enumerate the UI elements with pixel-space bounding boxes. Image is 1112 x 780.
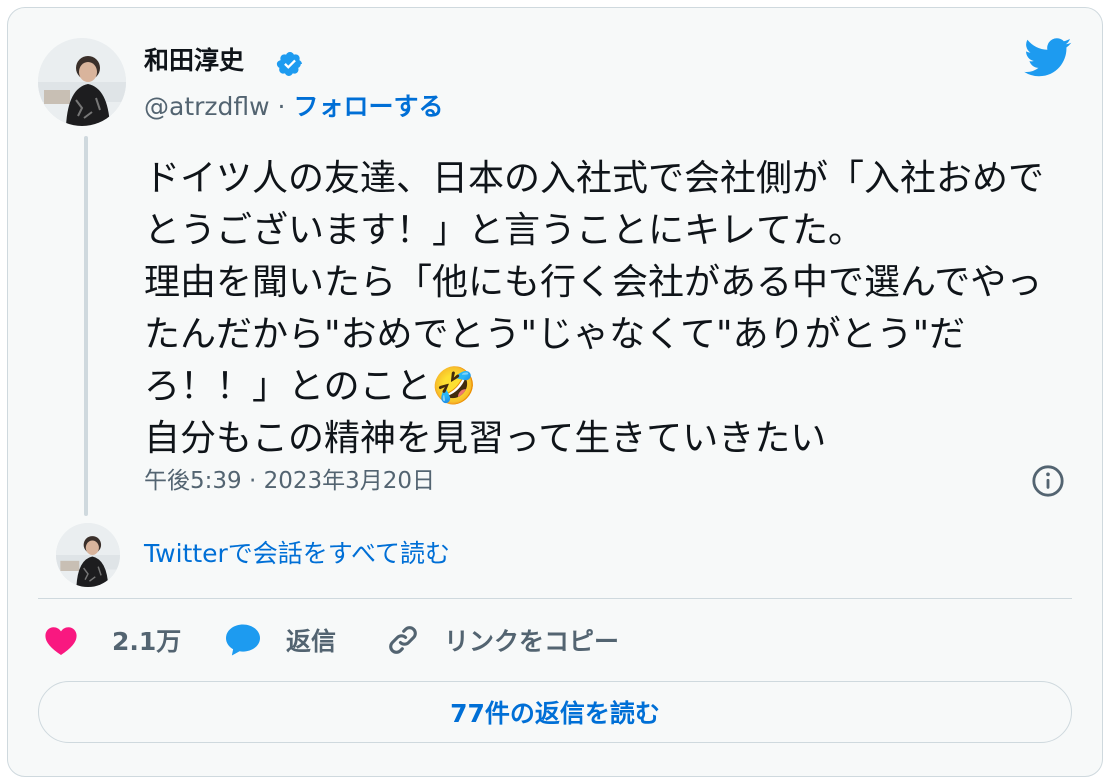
follow-button[interactable]: フォローする xyxy=(293,92,443,121)
twitter-bird-icon[interactable] xyxy=(1024,38,1072,78)
like-count: 2.1万 xyxy=(112,627,182,656)
small-avatar[interactable] xyxy=(56,523,120,587)
thread-line xyxy=(84,136,88,516)
divider xyxy=(38,598,1072,599)
read-replies-button[interactable]: 77件の返信を読む xyxy=(38,681,1072,743)
tweet-timestamp[interactable]: 午後5:39 · 2023年3月20日 xyxy=(144,466,435,496)
copy-link-label: リンクをコピー xyxy=(444,627,620,656)
read-conversation-link[interactable]: Twitterで会話をすべて読む xyxy=(144,538,450,570)
copy-link-button[interactable]: リンクをコピー xyxy=(386,620,619,660)
reply-label: 返信 xyxy=(286,627,337,656)
reply-button[interactable]: 返信 xyxy=(224,620,336,660)
read-replies-label: 77件の返信を読む xyxy=(450,699,660,728)
author-name[interactable]: 和田淳史 xyxy=(144,46,244,76)
like-button[interactable]: 2.1万 xyxy=(44,620,181,660)
tweet-embed-card: 和田淳史 @atrzdflw · フォローする ドイツ人の友達、日本の入社式で会… xyxy=(7,7,1103,777)
separator: · xyxy=(277,92,286,121)
tweet-text: ドイツ人の友達、日本の入社式で会社側が「入社おめでとうございます！」と言うことに… xyxy=(144,158,1045,459)
speech-bubble-icon xyxy=(224,623,262,657)
author-handle[interactable]: @atrzdflw xyxy=(144,92,270,121)
heart-icon xyxy=(44,624,78,656)
link-icon xyxy=(386,623,420,657)
info-icon[interactable] xyxy=(1031,464,1065,498)
handle-line: @atrzdflw · フォローする xyxy=(144,90,443,124)
verified-badge-icon xyxy=(276,50,304,78)
avatar[interactable] xyxy=(38,38,126,126)
